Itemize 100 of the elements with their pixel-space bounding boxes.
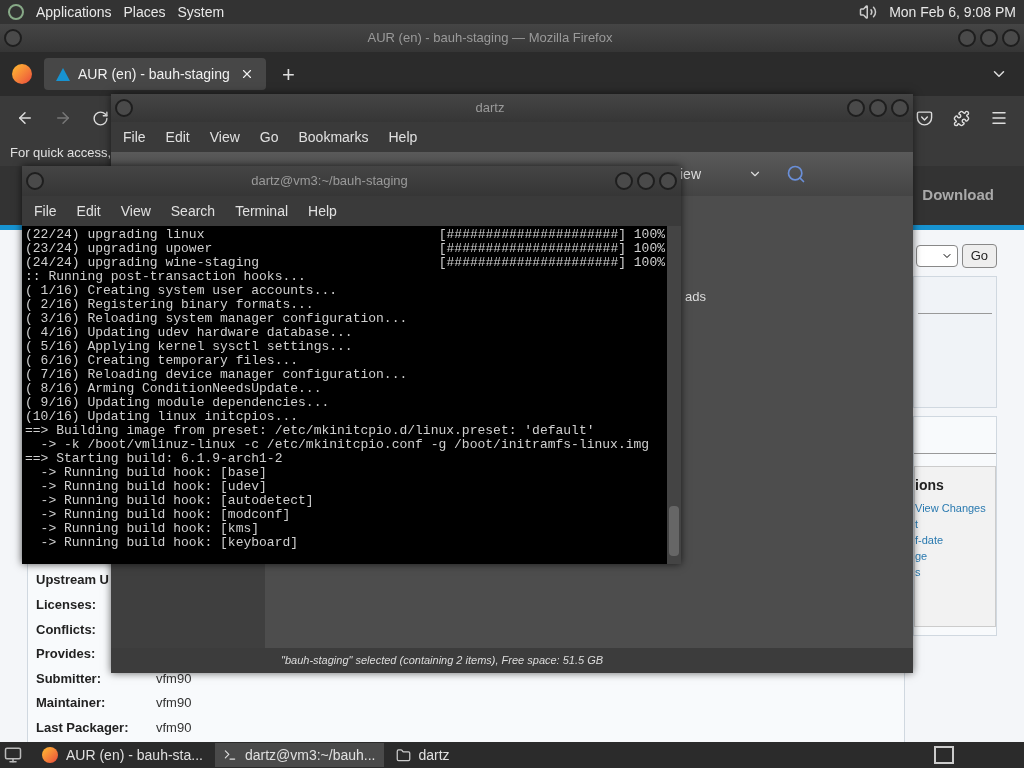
window-button[interactable] bbox=[615, 172, 633, 190]
taskbar-item[interactable]: dartz bbox=[387, 743, 458, 767]
terminal-line: ==> Starting build: 6.1.9-arch1-2 bbox=[25, 452, 283, 466]
terminal-line: (23/24) upgrading upower bbox=[25, 242, 213, 256]
terminal-line: ( 1/16) Creating system user accounts... bbox=[25, 284, 338, 298]
menu-item[interactable]: Terminal bbox=[235, 200, 289, 222]
detail-label: Submitter: bbox=[36, 669, 102, 688]
panel-menu[interactable]: System bbox=[177, 1, 225, 23]
menu-item[interactable]: File bbox=[123, 126, 146, 148]
back-icon[interactable] bbox=[16, 109, 34, 127]
view-selector[interactable]: iew bbox=[680, 163, 736, 185]
action-link[interactable]: f-date bbox=[915, 533, 944, 548]
detail-label: Upstream U bbox=[36, 571, 110, 590]
terminal-line: ( 6/16) Creating temporary files... bbox=[25, 354, 299, 368]
window-button[interactable] bbox=[980, 29, 998, 47]
menu-item[interactable]: View bbox=[209, 126, 240, 148]
browser-icon bbox=[42, 747, 58, 763]
window-title: AUR (en) - bauh-staging — Mozilla Firefox bbox=[366, 29, 614, 48]
window-menu-button[interactable] bbox=[26, 172, 44, 190]
terminal-line: ( 9/16) Updating module dependencies... bbox=[25, 396, 330, 410]
scrollbar[interactable] bbox=[667, 226, 681, 564]
terminal-line: -> Running build hook: [base] bbox=[39, 466, 267, 480]
window-button[interactable] bbox=[891, 99, 909, 117]
panel-menu[interactable]: Applications bbox=[36, 1, 112, 23]
terminal-icon bbox=[222, 748, 237, 762]
progress-text: [######################] 100% bbox=[438, 228, 666, 242]
terminal-line: -> Running build hook: [kms] bbox=[39, 522, 260, 536]
progress-text: [######################] 100% bbox=[438, 242, 666, 256]
action-link[interactable]: s bbox=[915, 565, 921, 580]
window-title: dartz bbox=[474, 99, 506, 118]
terminal-line: ( 4/16) Updating udev hardware database... bbox=[25, 326, 353, 340]
panel-menu[interactable]: Places bbox=[123, 1, 166, 23]
detail-label: Provides: bbox=[36, 645, 97, 664]
action-link[interactable]: t bbox=[915, 517, 919, 532]
workspace-icon[interactable] bbox=[934, 746, 954, 764]
terminal-line: ( 5/16) Applying kernel sysctl settings... bbox=[25, 340, 353, 354]
menu-item[interactable]: Help bbox=[388, 126, 418, 148]
pocket-icon[interactable] bbox=[916, 109, 933, 127]
places-item[interactable]: ads bbox=[685, 289, 706, 304]
menu-item[interactable]: Edit bbox=[165, 126, 190, 148]
browser-logo-icon[interactable] bbox=[12, 64, 32, 84]
site-nav-link[interactable]: Download bbox=[922, 184, 994, 207]
terminal-line: ( 7/16) Reloading device manager configuration... bbox=[25, 368, 408, 382]
window-button[interactable] bbox=[869, 99, 887, 117]
terminal-line: (24/24) upgrading wine-staging bbox=[25, 256, 260, 270]
terminal-line: -> Running build hook: [modconf] bbox=[39, 508, 291, 522]
detail-label: Licenses: bbox=[36, 596, 97, 614]
terminal-line: ( 3/16) Reloading system manager configuration... bbox=[25, 312, 408, 326]
detail-value: vfm90 bbox=[156, 694, 192, 713]
menu-item[interactable]: Edit bbox=[76, 200, 101, 222]
terminal-line: -> -k /boot/vmlinuz-linux -c /etc/mkinitcpio.conf -g /boot/initramfs-linux.img bbox=[39, 438, 650, 452]
menu-item[interactable]: Go bbox=[259, 126, 279, 148]
window-menu-button[interactable] bbox=[115, 99, 133, 117]
extensions-icon[interactable] bbox=[953, 109, 970, 127]
go-button[interactable]: Go bbox=[961, 244, 997, 268]
taskbar-item[interactable]: dartz@vm3:~/bauh... bbox=[214, 743, 384, 767]
taskbar-item[interactable]: AUR (en) - bauh-sta... bbox=[34, 743, 211, 767]
terminal-line: (22/24) upgrading linux bbox=[25, 228, 205, 242]
terminal-line: -> Running build hook: [udev] bbox=[39, 480, 267, 494]
status-text: "bauh-staging" selected (containing 2 items), Free space: 51.5 GB bbox=[281, 653, 604, 669]
action-link[interactable]: View Changes bbox=[915, 501, 986, 516]
window-button[interactable] bbox=[637, 172, 655, 190]
window-button[interactable] bbox=[847, 99, 865, 117]
close-icon[interactable] bbox=[240, 67, 254, 81]
show-desktop-icon[interactable] bbox=[4, 746, 22, 764]
window-button[interactable] bbox=[1002, 29, 1020, 47]
terminal-line: (10/16) Updating linux initcpios... bbox=[25, 410, 299, 424]
reload-icon[interactable] bbox=[92, 109, 109, 127]
window-menu-button[interactable] bbox=[4, 29, 22, 47]
terminal-line: -> Running build hook: [keyboard] bbox=[39, 536, 299, 550]
menu-icon[interactable] bbox=[990, 109, 1008, 127]
browser-tab[interactable]: AUR (en) - bauh-staging bbox=[44, 58, 266, 90]
menu-item[interactable]: View bbox=[120, 200, 151, 222]
tab-title: AUR (en) - bauh-staging bbox=[78, 64, 231, 84]
volume-icon[interactable] bbox=[859, 3, 878, 21]
menu-item[interactable]: Search bbox=[170, 200, 216, 222]
actions-heading: ions bbox=[915, 476, 944, 495]
terminal-line: :: Running post-transaction hooks... bbox=[25, 270, 306, 284]
action-link[interactable]: ge bbox=[915, 549, 928, 564]
menu-item[interactable]: Bookmarks bbox=[298, 126, 369, 148]
folder-icon bbox=[395, 747, 411, 763]
progress-text: [######################] 100% bbox=[438, 256, 666, 270]
search-icon[interactable] bbox=[786, 164, 806, 184]
detail-label: Last Packager: bbox=[36, 718, 130, 737]
dropdown-field[interactable] bbox=[915, 245, 958, 267]
menu-item[interactable]: Help bbox=[308, 200, 337, 222]
terminal-line: -> Running build hook: [autodetect] bbox=[39, 494, 314, 508]
detail-value: vfm90 bbox=[156, 718, 192, 737]
window-button[interactable] bbox=[958, 29, 976, 47]
detail-label: Conflicts: bbox=[36, 620, 97, 639]
window-title: dartz@vm3:~/bauh-staging bbox=[250, 172, 409, 191]
forward-icon[interactable] bbox=[54, 109, 72, 127]
menu-item[interactable]: File bbox=[34, 200, 57, 222]
bookmarks-hint: For quick access, bbox=[10, 144, 112, 163]
window-button[interactable] bbox=[659, 172, 677, 190]
clock[interactable]: Mon Feb 6, 9:08 PM bbox=[889, 1, 1016, 23]
terminal-line: ( 8/16) Arming ConditionNeedsUpdate... bbox=[25, 382, 322, 396]
new-tab-button[interactable]: + bbox=[278, 57, 299, 91]
detail-label: Maintainer: bbox=[36, 694, 107, 713]
terminal-line: ( 2/16) Registering binary formats... bbox=[25, 298, 314, 312]
